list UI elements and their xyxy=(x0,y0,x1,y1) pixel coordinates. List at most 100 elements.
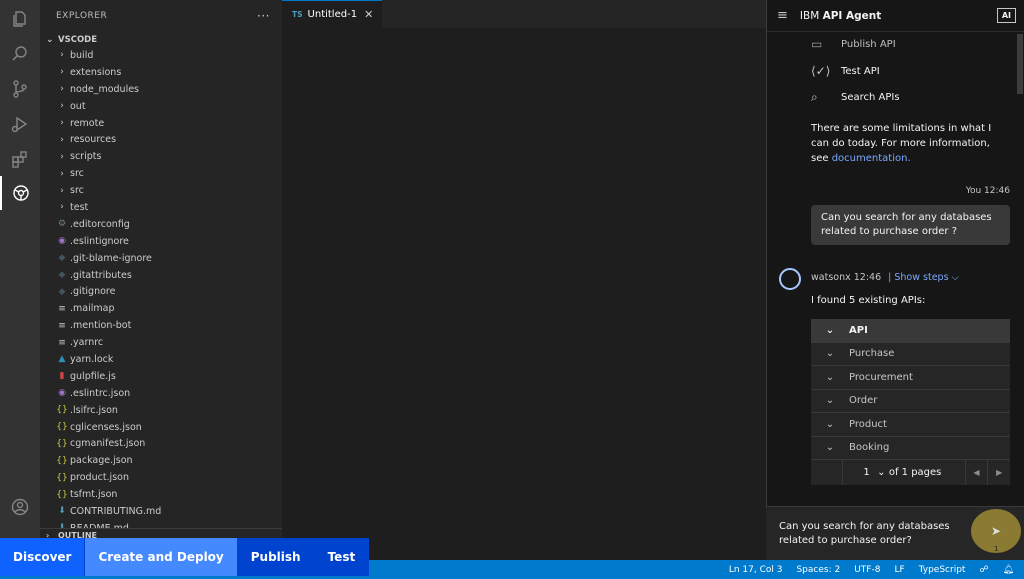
file-item[interactable]: ◆ .git-blame-ignore xyxy=(40,250,282,267)
tab-untitled-1[interactable]: TS Untitled-1 ✕ xyxy=(282,0,382,28)
file-item[interactable]: ◆ .gitattributes xyxy=(40,267,282,284)
page-select-value[interactable]: 1 xyxy=(843,467,873,478)
folder-item[interactable]: › src xyxy=(40,182,282,199)
file-item[interactable]: ◉ .eslintrc.json xyxy=(40,385,282,402)
file-item[interactable]: ◆ .gitignore xyxy=(40,283,282,300)
explorer-files-icon[interactable] xyxy=(0,2,40,36)
lines-file-icon: ≡ xyxy=(58,303,66,314)
file-label: extensions xyxy=(70,66,122,78)
bot-header: watsonx 12:46 | Show steps ⌵ xyxy=(811,272,959,283)
prev-page-button[interactable]: ◀ xyxy=(964,460,988,485)
chevron-right-icon: › xyxy=(60,50,64,61)
next-page-button[interactable]: ▶ xyxy=(987,460,1010,485)
file-label: package.json xyxy=(70,455,133,467)
search-apis-label: Search APIs xyxy=(841,92,900,103)
api-agent-icon[interactable] xyxy=(0,176,40,210)
table-row[interactable]: ⌄ Procurement xyxy=(811,366,1010,390)
table-row-label: Product xyxy=(849,418,887,430)
discover-button[interactable]: Discover xyxy=(0,538,86,576)
folder-item[interactable]: › remote xyxy=(40,115,282,132)
panel-scrollbar[interactable] xyxy=(1017,34,1023,94)
file-label: .git-blame-ignore xyxy=(70,252,152,264)
editor-tabs: TS Untitled-1 ✕ xyxy=(282,0,766,28)
cursor-position[interactable]: Ln 17, Col 3 xyxy=(729,565,783,575)
hamburger-menu-icon[interactable]: ≡ xyxy=(777,8,788,23)
file-label: scripts xyxy=(70,151,102,163)
table-row-label: Order xyxy=(849,395,878,407)
folder-item[interactable]: › resources xyxy=(40,131,282,148)
feedback-icon[interactable]: ☍ xyxy=(979,565,988,575)
folder-item[interactable]: › scripts xyxy=(40,148,282,165)
test-button[interactable]: Test xyxy=(314,538,370,576)
api-results-table: ⌄ API ⌄ Purchase ⌄ Procurement ⌄ Order ⌄ Produc… xyxy=(811,319,1010,485)
file-item[interactable]: ▮ gulpfile.js xyxy=(40,368,282,385)
json-file-icon: {} xyxy=(56,405,68,416)
gulp-file-icon: ▮ xyxy=(59,371,65,382)
run-debug-icon[interactable] xyxy=(0,107,40,141)
chevron-down-icon: ⌄ xyxy=(825,418,835,430)
search-apis-action[interactable]: ⌕ Search APIs xyxy=(811,90,900,105)
chat-input-area: Can you search for any databases related… xyxy=(766,506,1024,560)
file-item[interactable]: {} package.json xyxy=(40,452,282,469)
table-row[interactable]: ⌄ Booking xyxy=(811,437,1010,460)
create-and-deploy-button[interactable]: Create and Deploy xyxy=(85,538,238,576)
table-header-label: API xyxy=(849,324,868,336)
file-item[interactable]: ≡ .mention-bot xyxy=(40,317,282,334)
source-control-icon[interactable] xyxy=(0,72,40,106)
table-pagination: 1 ⌄ of 1 pages ◀ ▶ xyxy=(811,460,1010,485)
search-icon[interactable] xyxy=(0,37,40,71)
file-label: out xyxy=(70,100,86,112)
folder-item[interactable]: › out xyxy=(40,98,282,115)
file-item[interactable]: ≡ .mailmap xyxy=(40,300,282,317)
test-api-action[interactable]: ⟨✓⟩ Test API xyxy=(811,64,880,78)
language-mode[interactable]: TypeScript xyxy=(919,565,966,575)
account-icon[interactable] xyxy=(0,490,40,524)
folder-item[interactable]: › node_modules xyxy=(40,81,282,98)
table-row[interactable]: ⌄ Order xyxy=(811,390,1010,413)
json-file-icon: {} xyxy=(56,455,68,466)
folder-item[interactable]: › test xyxy=(40,199,282,216)
file-item[interactable]: {} tsfmt.json xyxy=(40,486,282,503)
table-row[interactable]: ⌄ Product xyxy=(811,413,1010,437)
folder-item[interactable]: › build xyxy=(40,47,282,64)
extensions-icon[interactable] xyxy=(0,142,40,176)
file-item[interactable]: ◉ .eslintignore xyxy=(40,233,282,250)
bell-icon[interactable]: 🔔︎ xyxy=(1003,565,1014,575)
folder-item[interactable]: › extensions xyxy=(40,64,282,81)
encoding[interactable]: UTF-8 xyxy=(854,565,880,575)
indentation[interactable]: Spaces: 2 xyxy=(796,565,840,575)
file-item[interactable]: {} .lsifrc.json xyxy=(40,402,282,419)
file-item[interactable]: {} product.json xyxy=(40,469,282,486)
chevron-right-icon: › xyxy=(60,101,64,112)
chevron-right-icon: › xyxy=(60,67,64,78)
chevron-down-icon[interactable]: ⌄ xyxy=(874,467,889,478)
file-item[interactable]: {} cgmanifest.json xyxy=(40,435,282,452)
bot-timestamp: watsonx 12:46 xyxy=(811,272,882,283)
explorer-sidebar: EXPLORER ··· ⌄ VSCODE › build › extensions ›… xyxy=(40,0,282,560)
chat-input[interactable]: Can you search for any databases related… xyxy=(779,520,959,548)
agent-title-bold: API Agent xyxy=(822,9,882,22)
file-item[interactable]: ⬇ CONTRIBUTING.md xyxy=(40,503,282,520)
file-item[interactable]: ⚙ .editorconfig xyxy=(40,216,282,233)
user-timestamp: You 12:46 xyxy=(965,186,1010,196)
chevron-right-icon: › xyxy=(60,118,64,128)
gear-file-icon: ⚙ xyxy=(57,219,67,230)
file-item[interactable]: {} cglicenses.json xyxy=(40,419,282,436)
file-item[interactable]: ▲ yarn.lock xyxy=(40,351,282,368)
more-actions-icon[interactable]: ··· xyxy=(257,9,270,23)
close-icon[interactable]: ✕ xyxy=(364,8,373,21)
publish-button[interactable]: Publish xyxy=(237,538,315,576)
publish-api-action[interactable]: ▭ Publish API xyxy=(811,37,896,51)
notification-count: 1 xyxy=(994,545,999,553)
agent-title: IBM API Agent xyxy=(800,10,881,22)
documentation-link[interactable]: documentation. xyxy=(832,153,911,164)
explorer-title: EXPLORER xyxy=(56,11,108,21)
table-header-row[interactable]: ⌄ API xyxy=(811,319,1010,343)
vscode-section-header[interactable]: ⌄ VSCODE xyxy=(40,32,282,47)
show-steps-link[interactable]: | Show steps ⌵ xyxy=(888,272,959,283)
file-item[interactable]: ≡ .yarnrc xyxy=(40,334,282,351)
line-ending[interactable]: LF xyxy=(894,565,904,575)
file-label: .gitattributes xyxy=(70,269,132,281)
table-row[interactable]: ⌄ Purchase xyxy=(811,343,1010,366)
folder-item[interactable]: › src xyxy=(40,165,282,182)
